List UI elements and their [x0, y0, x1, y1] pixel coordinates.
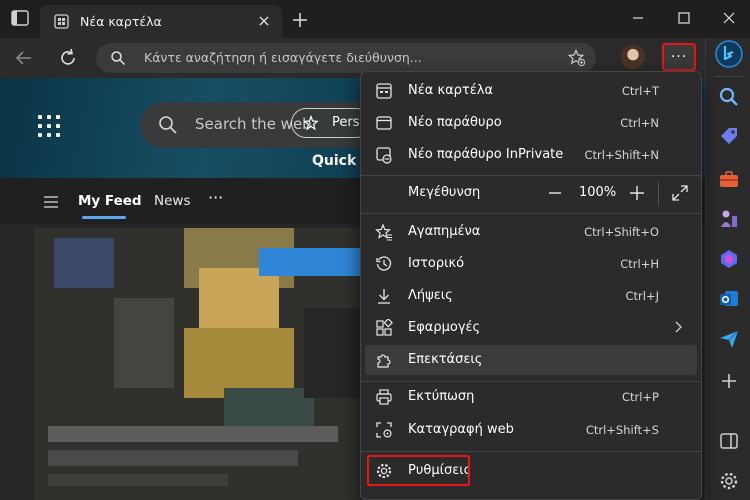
menu-item-label: Εφαρμογές [408, 320, 481, 335]
menu-separator [361, 175, 701, 176]
favorites-icon [375, 223, 392, 241]
chevron-right-icon [675, 321, 682, 333]
search-icon [159, 116, 177, 134]
maximize-icon[interactable] [669, 6, 699, 30]
settings-and-more-menu: Νέα καρτέλα Ctrl+T Νέο παράθυρο Ctrl+N Ν… [360, 71, 702, 500]
browser-window: Νέα καρτέλα Κάντε αναζήτηση ή εισαγάγετε… [0, 0, 750, 500]
new-tab-plus-icon[interactable] [288, 8, 312, 32]
apps-icon [376, 319, 393, 336]
menu-item-favorites[interactable]: Αγαπημένα Ctrl+Shift+O [365, 217, 697, 247]
menu-item-shortcut: Ctrl+T [621, 84, 659, 98]
bing-copilot-icon[interactable] [715, 40, 743, 68]
zoom-in-plus-icon[interactable] [627, 183, 647, 203]
settings-and-more-button[interactable]: ··· [662, 43, 696, 71]
menu-item-label: Αγαπημένα [408, 224, 481, 239]
zoom-divider [658, 182, 659, 206]
add-plus-icon[interactable] [718, 370, 740, 392]
title-bar: Νέα καρτέλα [0, 0, 750, 38]
address-placeholder: Κάντε αναζήτηση ή εισαγάγετε διεύθυνση..… [144, 50, 422, 65]
sparkle-icon [303, 115, 319, 131]
menu-item-label: Εκτύπωση [408, 389, 475, 404]
menu-item-zoom: Μεγέθυνση 100% [365, 178, 697, 208]
menu-item-label: Νέα καρτέλα [408, 83, 494, 98]
feed-more-button[interactable]: ··· [208, 188, 223, 207]
menu-item-label: Καταγραφή web [408, 422, 514, 437]
menu-item-label: Ιστορικό [408, 256, 465, 271]
zoom-value: 100% [579, 185, 617, 200]
news-card-image[interactable] [34, 228, 364, 500]
menu-separator [361, 451, 701, 452]
menu-item-shortcut: Ctrl+N [620, 116, 659, 130]
search-icon [111, 51, 126, 66]
shopping-tag-icon[interactable] [718, 126, 740, 148]
minimize-icon[interactable] [623, 6, 653, 30]
app-launcher-icon[interactable] [38, 115, 60, 137]
menu-item-new-window[interactable]: Νέο παράθυρο Ctrl+N [365, 108, 697, 138]
back-arrow-icon[interactable] [12, 46, 36, 70]
menu-item-label: Νέο παράθυρο [408, 115, 502, 130]
tab-my-feed[interactable]: My Feed [78, 193, 142, 209]
menu-item-print[interactable]: Εκτύπωση Ctrl+P [365, 382, 697, 412]
web-capture-icon [376, 422, 392, 438]
new-tab-page-icon [54, 14, 69, 29]
menu-item-label: Λήψεις [408, 288, 453, 303]
zoom-out-minus-icon[interactable] [545, 183, 565, 203]
menu-item-extensions[interactable]: Επεκτάσεις [365, 345, 697, 375]
active-tab-indicator [82, 216, 126, 219]
menu-item-label: Επεκτάσεις [408, 352, 483, 367]
print-icon [376, 389, 392, 405]
send-drop-icon[interactable] [718, 328, 740, 350]
address-bar[interactable]: Κάντε αναζήτηση ή εισαγάγετε διεύθυνση..… [96, 43, 596, 73]
refresh-icon[interactable] [56, 46, 80, 70]
sidebar-settings-gear-icon[interactable] [718, 470, 740, 492]
search-icon[interactable] [718, 86, 740, 108]
close-tab-icon[interactable] [256, 13, 272, 29]
tools-briefcase-icon[interactable] [718, 168, 740, 190]
menu-separator [361, 213, 701, 214]
menu-item-new-tab[interactable]: Νέα καρτέλα Ctrl+T [365, 76, 697, 106]
new-tab-icon [376, 83, 392, 99]
microsoft-365-icon[interactable] [718, 248, 740, 270]
menu-item-shortcut: Ctrl+Shift+S [585, 423, 659, 437]
settings-highlight-box [367, 455, 470, 486]
menu-item-shortcut: Ctrl+Shift+O [584, 225, 659, 239]
hamburger-menu-icon[interactable] [44, 196, 58, 208]
menu-item-history[interactable]: Ιστορικό Ctrl+H [365, 249, 697, 279]
outlook-icon[interactable] [718, 288, 740, 310]
profile-avatar[interactable] [621, 45, 645, 69]
menu-item-new-inprivate-window[interactable]: Νέο παράθυρο InPrivate Ctrl+Shift+N [365, 140, 697, 170]
tab-new-tab[interactable]: Νέα καρτέλα [40, 5, 282, 38]
menu-item-shortcut: Ctrl+J [625, 289, 660, 303]
fullscreen-icon[interactable] [671, 184, 689, 202]
close-window-icon[interactable] [714, 6, 744, 30]
tab-title: Νέα καρτέλα [80, 14, 162, 29]
more-dots-icon: ··· [670, 49, 688, 65]
personalize-button[interactable]: Perso [291, 108, 371, 138]
menu-item-shortcut: Ctrl+P [621, 390, 659, 404]
extensions-icon [377, 354, 391, 368]
inprivate-icon [376, 147, 392, 164]
window-icon [376, 116, 392, 130]
menu-item-apps[interactable]: Εφαρμογές [365, 313, 697, 343]
sidebar-divider [714, 76, 744, 77]
menu-item-web-capture[interactable]: Καταγραφή web Ctrl+Shift+S [365, 415, 697, 445]
history-icon [376, 256, 392, 271]
menu-item-label: Νέο παράθυρο InPrivate [408, 147, 564, 162]
edge-sidebar [705, 38, 750, 500]
menu-item-shortcut: Ctrl+H [620, 257, 659, 271]
hide-sidebar-icon[interactable] [718, 430, 740, 452]
tab-actions-icon[interactable] [11, 10, 29, 26]
menu-item-shortcut: Ctrl+Shift+N [584, 148, 659, 162]
add-favorite-star-icon[interactable] [568, 49, 586, 67]
tab-news[interactable]: News [154, 193, 190, 209]
zoom-label: Μεγέθυνση [408, 185, 481, 200]
menu-item-downloads[interactable]: Λήψεις Ctrl+J [365, 281, 697, 311]
games-chess-icon[interactable] [718, 208, 740, 230]
download-icon [378, 289, 390, 304]
